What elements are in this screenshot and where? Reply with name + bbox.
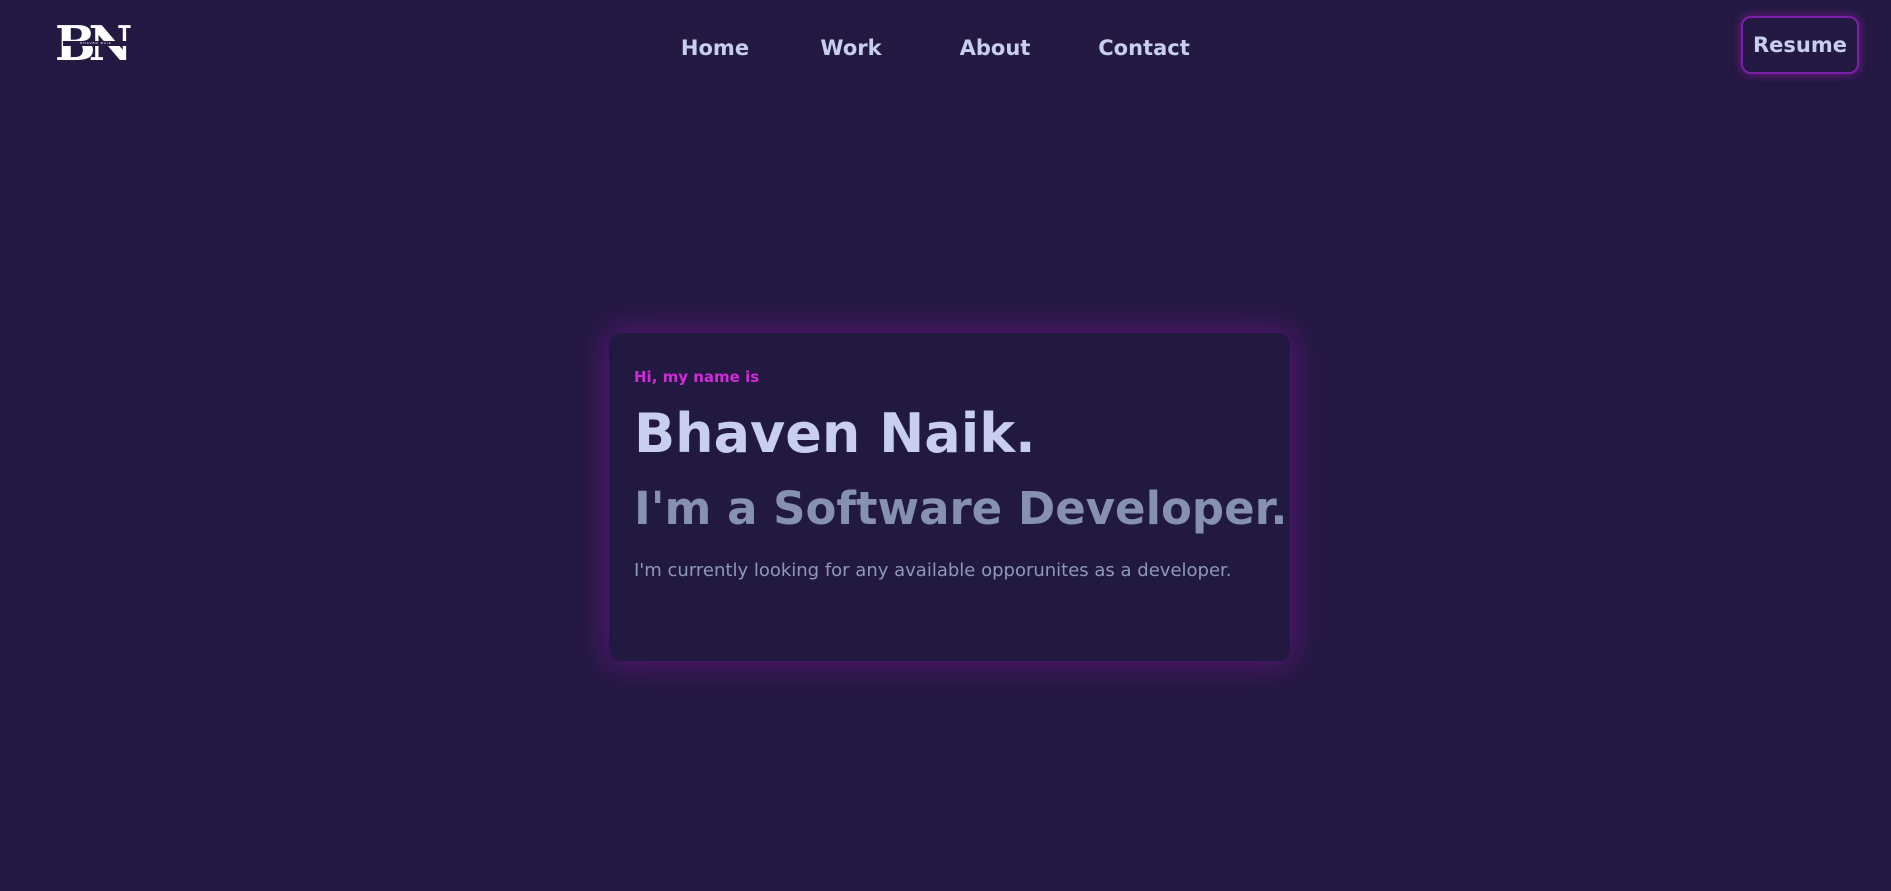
- hero-greeting: Hi, my name is: [634, 368, 760, 386]
- nav-link-contact[interactable]: Contact: [1098, 33, 1190, 63]
- nav-link-home[interactable]: Home: [681, 33, 749, 63]
- hero-role: I'm a Software Developer.: [634, 482, 1288, 535]
- hero-card: Hi, my name is Bhaven Naik. I'm a Softwa…: [609, 333, 1290, 661]
- nav-link-work[interactable]: Work: [820, 33, 881, 63]
- resume-button[interactable]: Resume: [1741, 16, 1859, 74]
- hero-description: I'm currently looking for any available …: [634, 560, 1232, 581]
- nav-link-about[interactable]: About: [960, 33, 1031, 63]
- main-nav: Home Work About Contact: [0, 33, 1891, 63]
- hero-name: Bhaven Naik.: [634, 402, 1036, 465]
